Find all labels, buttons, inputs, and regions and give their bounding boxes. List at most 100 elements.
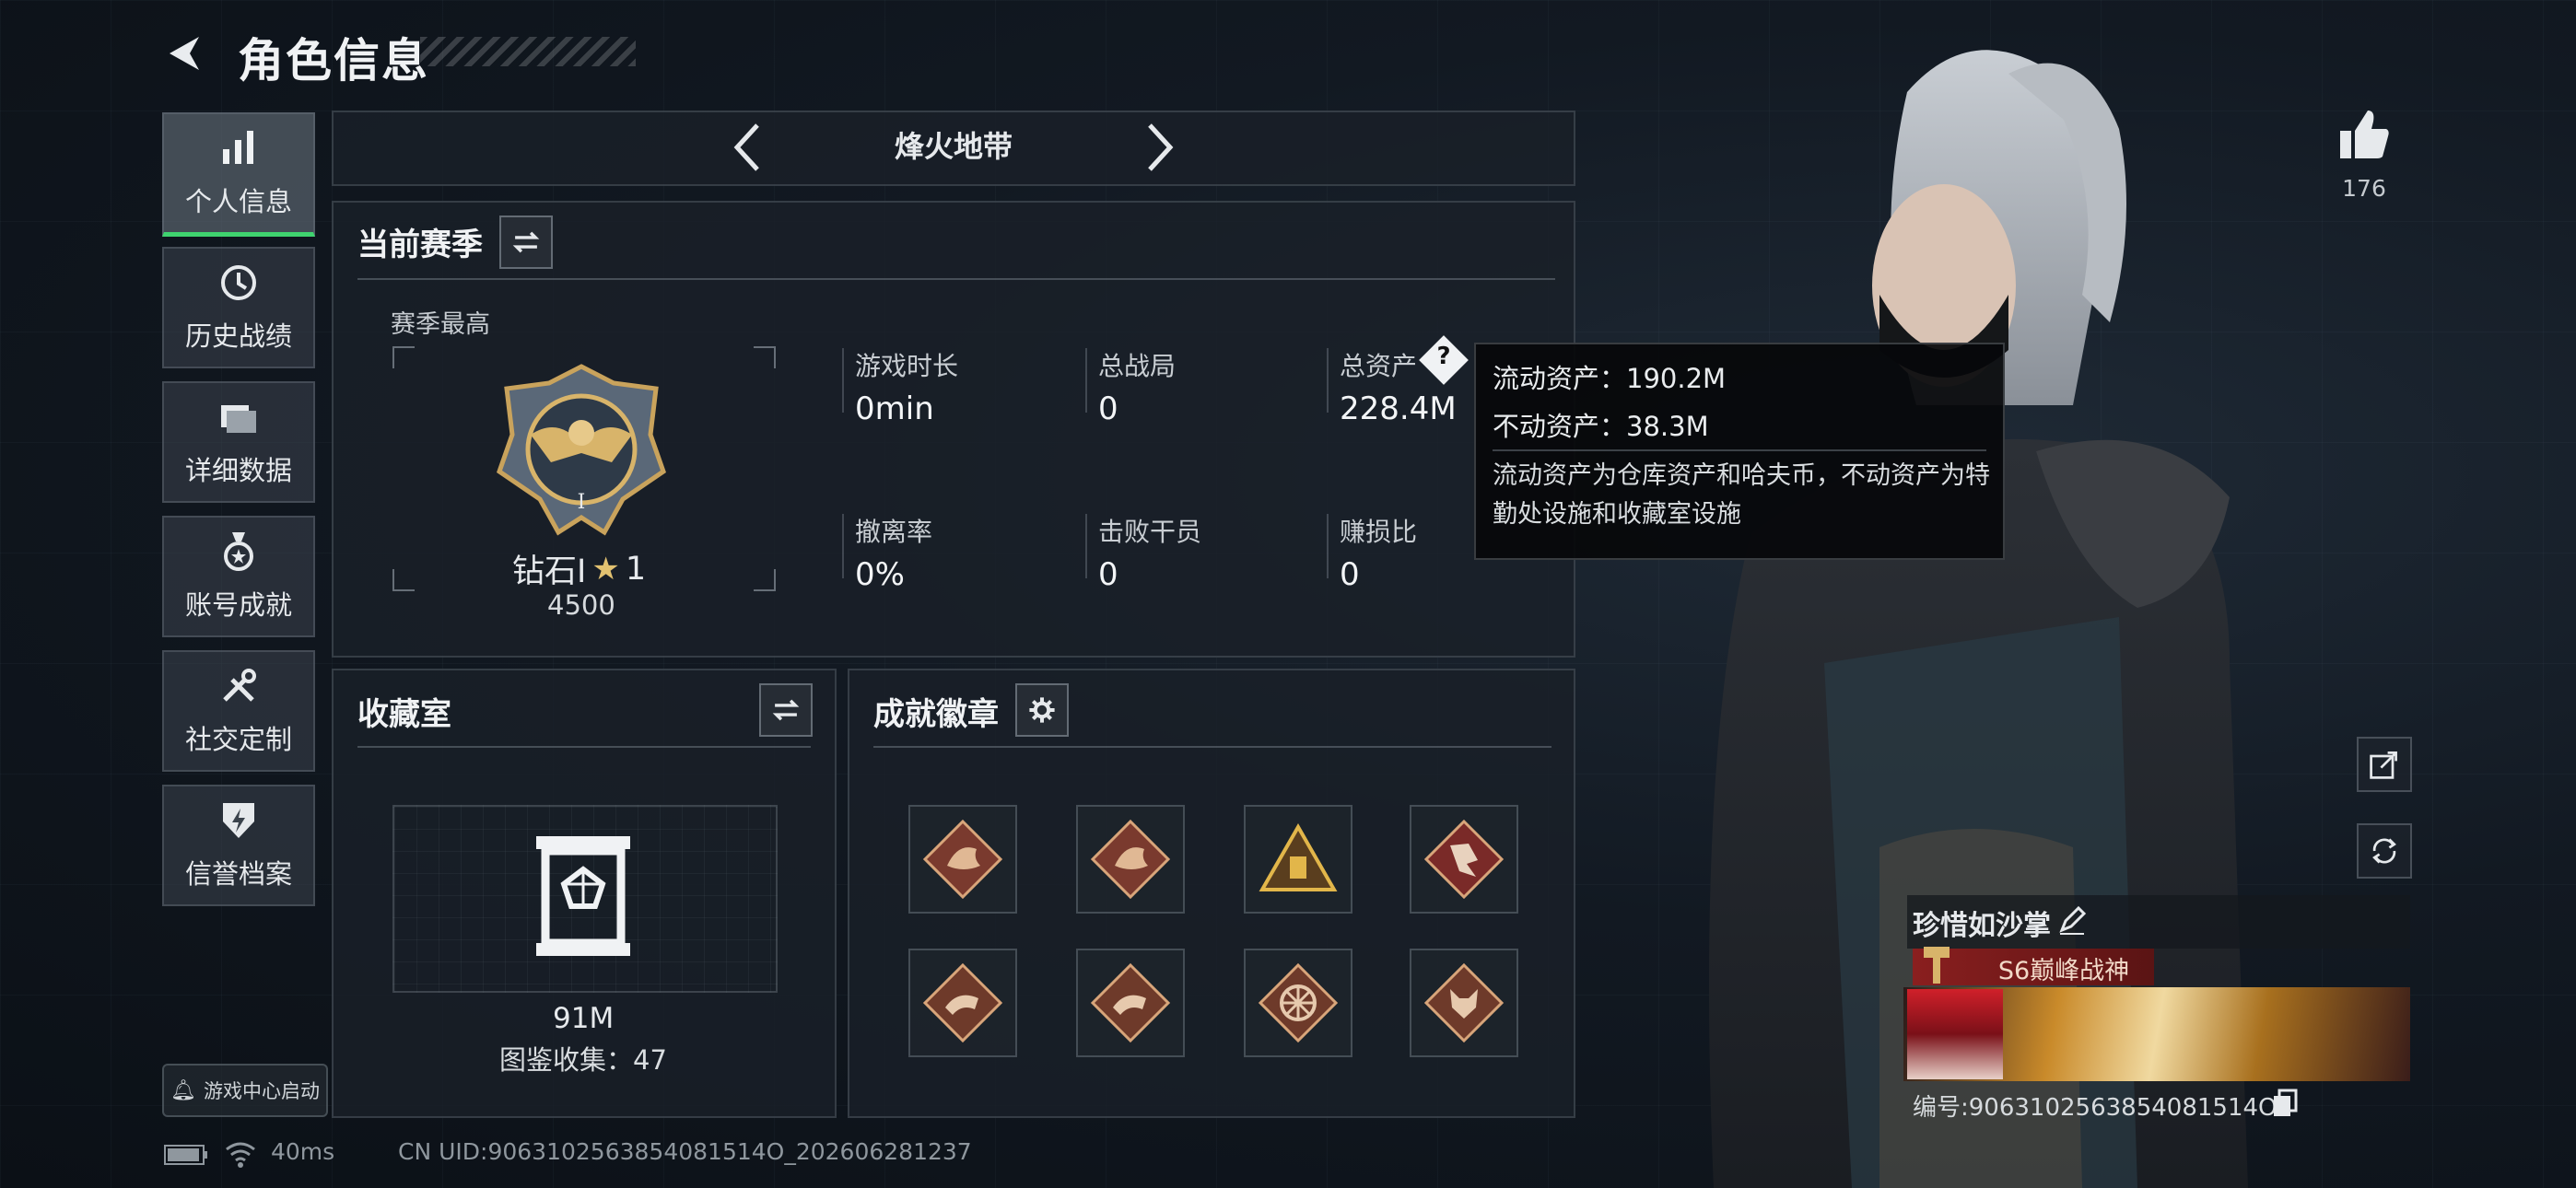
swap-icon: [772, 699, 800, 721]
dragon-badge-icon[interactable]: [908, 805, 1017, 914]
divider: [1327, 348, 1329, 413]
collection-value: 91M: [553, 1002, 615, 1035]
gear-icon: [1029, 697, 1055, 723]
nav-item-personal-info[interactable]: 个人信息: [162, 112, 315, 237]
snake-badge-icon[interactable]: [908, 949, 1017, 1057]
svg-text:I: I: [578, 491, 586, 514]
refresh-button[interactable]: [2357, 823, 2412, 879]
share-icon: [2370, 751, 2397, 779]
tooltip-liquid-assets: 流动资产：190.2M: [1493, 363, 1727, 394]
nav-item-achievements[interactable]: 账号成就: [162, 516, 315, 637]
thumbs-up-icon[interactable]: [2336, 107, 2392, 162]
player-avatar[interactable]: [1907, 989, 2003, 1079]
frame-corner: [754, 569, 776, 591]
battery-icon: [164, 1145, 207, 1165]
pyramid-badge-icon[interactable]: [1244, 805, 1352, 914]
shield-bolt-icon: [223, 803, 254, 838]
divider: [357, 278, 1555, 280]
bar-chart-icon: [223, 131, 253, 164]
stat-value-extract-rate: 0%: [855, 556, 905, 593]
title-decoration: [420, 37, 636, 66]
frame-corner: [754, 346, 776, 368]
ping-text: 40ms: [271, 1138, 335, 1165]
divider: [357, 746, 811, 748]
player-name: 珍惜如沙掌: [1913, 910, 2051, 942]
wifi-icon: [226, 1142, 255, 1168]
nav-item-history[interactable]: 历史战绩: [162, 247, 315, 368]
rank-stars: 1: [625, 550, 647, 588]
stat-label-operators-defeated: 击败干员: [1098, 517, 1202, 547]
divider: [842, 514, 844, 578]
rank-emblem-icon: I: [497, 364, 666, 536]
season-section-title: 当前赛季: [357, 227, 483, 263]
tools-icon: [223, 669, 256, 702]
season-switch-button[interactable]: [499, 215, 553, 269]
bell-icon: 🔔︎: [170, 1078, 196, 1102]
divider: [1327, 514, 1329, 578]
stat-value-play-time: 0min: [855, 390, 934, 427]
divider: [1085, 514, 1087, 578]
stat-label-total-matches: 总战局: [1098, 351, 1177, 381]
vault-icon: [536, 836, 630, 956]
page-title: 角色信息: [238, 34, 429, 87]
stat-value-total-assets: 228.4M: [1340, 390, 1457, 427]
stat-value-profit-ratio: 0: [1340, 556, 1360, 593]
player-id: 编号:9063102563854081514O: [1913, 1094, 2277, 1122]
assets-tooltip: 流动资产：190.2M 不动资产：38.3M 流动资产为仓库资产和哈夫币，不动资…: [1474, 343, 2005, 560]
stat-value-total-matches: 0: [1098, 390, 1118, 427]
frame-corner: [392, 346, 415, 368]
likes-count: 176: [2342, 175, 2386, 202]
nav-item-label: 社交定制: [184, 724, 292, 755]
uid-text: CN UID:9063102563854081514O_202606281237: [398, 1138, 972, 1165]
folder-icon: [221, 405, 256, 433]
collection-switch-button[interactable]: [759, 683, 813, 737]
nav-item-label: 信誉档案: [184, 858, 292, 890]
tooltip-fixed-assets: 不动资产：38.3M: [1493, 411, 1709, 442]
snake-badge-icon[interactable]: [1076, 949, 1185, 1057]
refresh-icon: [2372, 838, 2396, 864]
collection-catalog: 图鉴收集：47: [499, 1044, 667, 1076]
collection-section-title: 收藏室: [357, 696, 451, 733]
star-icon: ★: [591, 550, 620, 588]
stat-value-operators-defeated: 0: [1098, 556, 1118, 593]
nav-item-label: 历史战绩: [184, 320, 292, 352]
chevron-right-icon[interactable]: [1141, 120, 1177, 175]
tooltip-description: 流动资产为仓库资产和哈夫币，不动资产为特勤处设施和收藏室设施: [1493, 461, 1990, 529]
stat-label-profit-ratio: 赚损比: [1340, 517, 1418, 547]
divider: [873, 746, 1551, 748]
player-title: S6巅峰战神: [1997, 957, 2130, 985]
divider: [1085, 348, 1087, 413]
frame-corner: [392, 569, 415, 591]
nav-item-social-custom[interactable]: 社交定制: [162, 650, 315, 772]
medal-icon: [224, 532, 253, 571]
nav-item-label: 账号成就: [184, 589, 292, 621]
stat-label-extract-rate: 撤离率: [855, 517, 933, 547]
game-center-button[interactable]: 🔔︎ 游戏中心启动: [162, 1064, 328, 1117]
rank-name: 钻石I: [512, 553, 587, 590]
divider: [1493, 449, 1986, 451]
nav-item-label: 详细数据: [184, 455, 292, 486]
stat-label-play-time: 游戏时长: [855, 351, 959, 381]
game-center-label: 游戏中心启动: [203, 1080, 320, 1102]
nav-item-label: 个人信息: [184, 186, 292, 217]
season-best-label: 赛季最高: [391, 310, 490, 339]
help-icon-glyph: ?: [1436, 343, 1451, 370]
achievements-section-title: 成就徽章: [873, 696, 999, 733]
nav-item-credit-file[interactable]: 信誉档案: [162, 785, 315, 906]
chevron-left-icon[interactable]: [730, 120, 767, 175]
title-rank-icon: [1924, 947, 1950, 984]
copy-icon[interactable]: [2272, 1089, 2298, 1118]
achievements-settings-button[interactable]: [1015, 683, 1069, 737]
rank-score: 4500: [547, 589, 615, 621]
nav-item-detail-data[interactable]: 详细数据: [162, 381, 315, 503]
wheel-badge-icon[interactable]: [1244, 949, 1352, 1057]
share-button[interactable]: [2357, 737, 2412, 792]
dragon-badge-icon[interactable]: [1076, 805, 1185, 914]
mode-title: 烽火地带: [894, 129, 1013, 164]
wolf-badge-icon[interactable]: [1410, 949, 1518, 1057]
swap-icon: [512, 231, 540, 253]
edit-icon[interactable]: [2056, 904, 2088, 936]
stat-label-total-assets: 总资产: [1340, 351, 1418, 381]
runner-badge-icon[interactable]: [1410, 805, 1518, 914]
back-icon[interactable]: [162, 31, 206, 76]
